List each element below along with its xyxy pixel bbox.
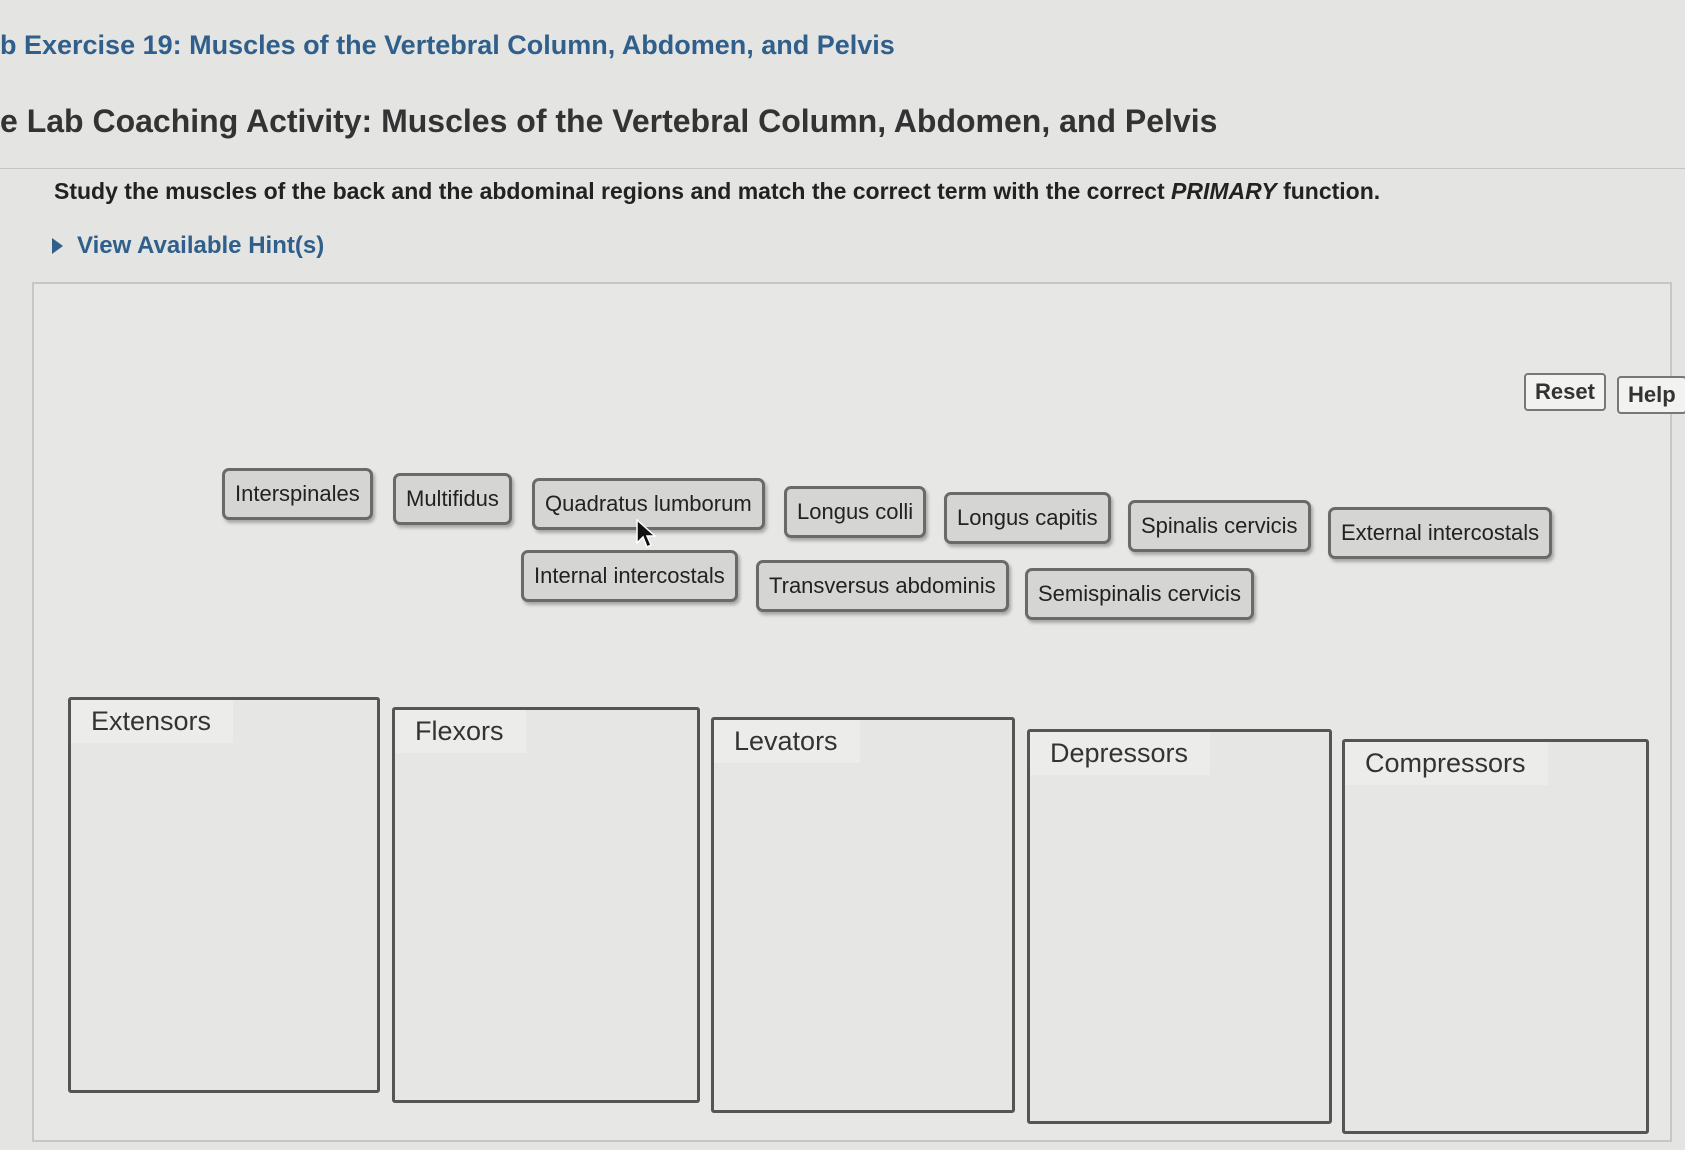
term-longus-colli[interactable]: Longus colli xyxy=(784,486,927,538)
term-quadratus-lumborum[interactable]: Quadratus lumborum xyxy=(532,478,765,530)
view-hints-label: View Available Hint(s) xyxy=(77,232,325,259)
drop-zone-depressors[interactable]: Depressors xyxy=(1027,729,1332,1124)
help-button[interactable]: Help xyxy=(1617,376,1685,414)
term-spinalis-cervicis[interactable]: Spinalis cervicis xyxy=(1128,500,1311,552)
drop-zone-label: Compressors xyxy=(1345,742,1548,785)
view-hints-link[interactable]: View Available Hint(s) xyxy=(52,232,324,260)
term-longus-capitis[interactable]: Longus capitis xyxy=(944,492,1111,544)
caret-right-icon xyxy=(52,238,63,254)
activity-title: e Lab Coaching Activity: Muscles of the … xyxy=(0,103,1218,139)
drop-zone-label: Flexors xyxy=(395,710,526,753)
drop-zone-label: Depressors xyxy=(1030,732,1211,775)
term-semispinalis-cervicis[interactable]: Semispinalis cervicis xyxy=(1025,568,1254,620)
instructions-end: function. xyxy=(1276,178,1381,204)
drop-zone-levators[interactable]: Levators xyxy=(711,717,1015,1113)
reset-button[interactable]: Reset xyxy=(1524,373,1606,411)
drop-zone-label: Extensors xyxy=(71,700,234,743)
instructions-text: Study the muscles of the back and the ab… xyxy=(54,178,1172,204)
breadcrumb-title[interactable]: b Exercise 19: Muscles of the Vertebral … xyxy=(0,30,895,61)
drop-zone-label: Levators xyxy=(714,720,860,763)
activity-page: b Exercise 19: Muscles of the Vertebral … xyxy=(0,0,1685,1150)
instructions: Study the muscles of the back and the ab… xyxy=(54,178,1380,205)
drop-zone-flexors[interactable]: Flexors xyxy=(392,707,700,1103)
term-multifidus[interactable]: Multifidus xyxy=(393,473,512,525)
term-interspinales[interactable]: Interspinales xyxy=(222,468,373,520)
title-divider xyxy=(0,168,1685,169)
instructions-emphasis: PRIMARY xyxy=(1171,178,1277,204)
term-external-intercostals[interactable]: External intercostals xyxy=(1328,507,1553,559)
term-internal-intercostals[interactable]: Internal intercostals xyxy=(521,550,738,602)
drop-zone-compressors[interactable]: Compressors xyxy=(1342,739,1649,1134)
drop-zone-extensors[interactable]: Extensors xyxy=(68,697,380,1093)
term-transversus-abdominis[interactable]: Transversus abdominis xyxy=(756,560,1009,612)
